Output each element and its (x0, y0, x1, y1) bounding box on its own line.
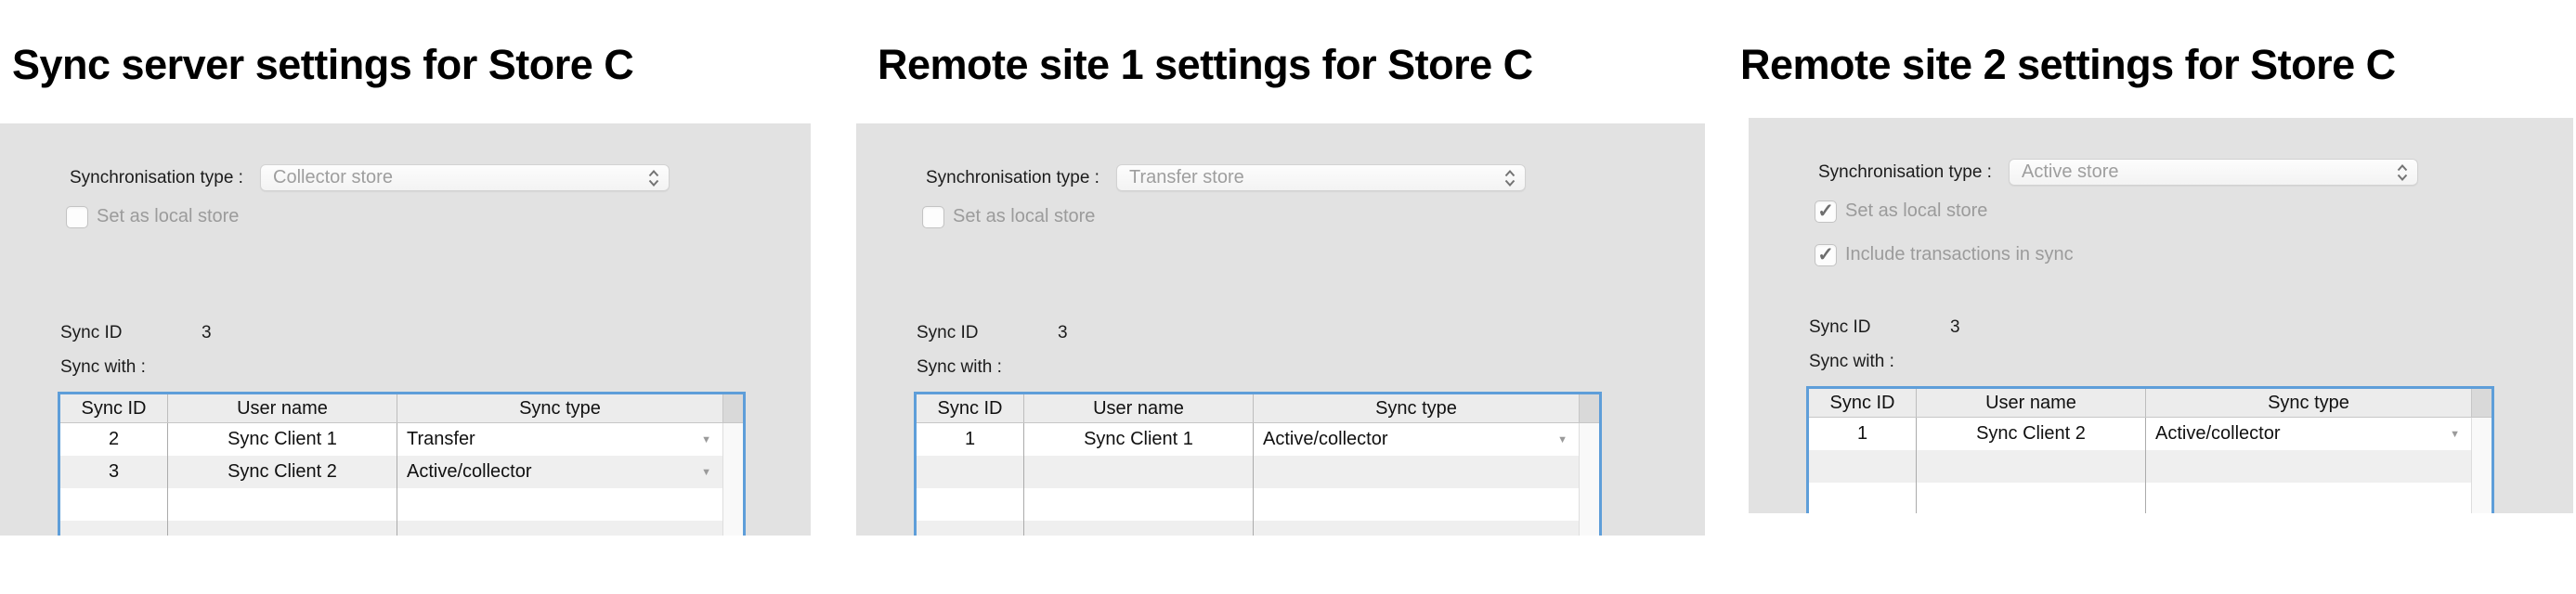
set-as-local-store-checkbox[interactable] (66, 206, 88, 228)
checkmark-icon: ✓ (1817, 245, 1834, 265)
table-row[interactable]: 1 Sync Client 2 Active/collector ▼ (1809, 418, 2491, 450)
settings-panel-remote-site-2: Synchronisation type : Active store ✓ Se… (1749, 118, 2573, 513)
sync-type-selected-value: Transfer store (1117, 167, 1503, 188)
cell-sync-type-value: Active/collector (1263, 429, 1388, 450)
sync-with-table: Sync ID User name Sync type 1 Sync Clien… (1806, 386, 2494, 513)
column-header-sync-type: Sync type (2146, 389, 2471, 417)
include-transactions-checkbox[interactable]: ✓ (1815, 244, 1837, 266)
column-header-user-name: User name (1917, 389, 2146, 417)
cell-user-name[interactable]: Sync Client 1 (1024, 423, 1254, 456)
table-row-empty[interactable] (917, 521, 1599, 536)
table-scrollbar[interactable] (722, 394, 743, 422)
set-as-local-store-label: Set as local store (97, 206, 239, 227)
settings-panel-sync-server: Synchronisation type : Collector store S… (0, 123, 811, 536)
page-title-sync-server: Sync server settings for Store C (12, 41, 633, 89)
settings-panel-remote-site-1: Synchronisation type : Transfer store Se… (856, 123, 1705, 536)
table-header-row: Sync ID User name Sync type (60, 394, 743, 423)
table-scrollbar[interactable] (1579, 394, 1599, 422)
table-row-empty[interactable] (1809, 483, 2491, 513)
sync-with-label: Sync with : (1809, 351, 1894, 373)
sync-type-select[interactable]: Transfer store (1116, 164, 1526, 191)
cell-sync-type-dropdown[interactable]: Active/collector ▼ (2146, 418, 2471, 450)
set-as-local-store-checkbox[interactable]: ✓ (1815, 200, 1837, 223)
table-row-empty[interactable] (1809, 450, 2491, 483)
dropdown-arrow-icon: ▼ (1557, 434, 1568, 446)
cell-sync-type-value: Active/collector (407, 461, 532, 483)
set-as-local-store-label: Set as local store (1845, 200, 1987, 222)
stepper-icon (646, 167, 661, 189)
sync-id-value: 3 (202, 322, 212, 344)
cell-user-name[interactable]: Sync Client 2 (168, 456, 397, 488)
checkmark-icon: ✓ (1817, 201, 1834, 222)
table-scrollbar-track[interactable] (2471, 418, 2491, 450)
sync-id-label: Sync ID (60, 323, 123, 342)
sync-type-selected-value: Collector store (261, 167, 646, 188)
page-title-remote-site-1: Remote site 1 settings for Store C (878, 41, 1533, 89)
column-header-user-name: User name (1024, 394, 1254, 422)
sync-type-select[interactable]: Active store (2009, 159, 2418, 186)
sync-type-select[interactable]: Collector store (260, 164, 670, 191)
set-as-local-store-checkbox[interactable] (922, 206, 944, 228)
table-scrollbar[interactable] (2471, 389, 2491, 417)
sync-type-selected-value: Active store (2010, 161, 2395, 183)
table-row-empty[interactable] (917, 456, 1599, 488)
table-scrollbar-track[interactable] (722, 423, 743, 456)
sync-id-row: Sync ID 3 (60, 322, 123, 344)
stepper-icon (2395, 161, 2410, 184)
sync-type-label: Synchronisation type : (70, 164, 243, 191)
table-row-empty[interactable] (917, 488, 1599, 521)
cell-sync-type-dropdown[interactable]: Active/collector ▼ (1254, 423, 1579, 456)
dropdown-arrow-icon: ▼ (701, 434, 711, 446)
cell-sync-type-dropdown[interactable]: Transfer ▼ (397, 423, 722, 456)
table-row[interactable]: 2 Sync Client 1 Transfer ▼ (60, 423, 743, 456)
cell-user-name[interactable]: Sync Client 1 (168, 423, 397, 456)
cell-sync-id[interactable]: 3 (60, 456, 168, 488)
cell-sync-type-value: Active/collector (2155, 423, 2281, 445)
sync-id-label: Sync ID (1809, 317, 1871, 337)
cell-sync-id[interactable]: 2 (60, 423, 168, 456)
sync-type-label: Synchronisation type : (1818, 159, 1992, 186)
column-header-sync-id: Sync ID (1809, 389, 1917, 417)
column-header-sync-type: Sync type (397, 394, 722, 422)
dropdown-arrow-icon: ▼ (2450, 429, 2460, 440)
table-row[interactable]: 1 Sync Client 1 Active/collector ▼ (917, 423, 1599, 456)
sync-id-row: Sync ID 3 (1809, 316, 1871, 339)
table-header-row: Sync ID User name Sync type (917, 394, 1599, 423)
table-row[interactable]: 3 Sync Client 2 Active/collector ▼ (60, 456, 743, 488)
table-row-empty[interactable] (60, 521, 743, 536)
sync-id-row: Sync ID 3 (917, 322, 979, 344)
sync-with-label: Sync with : (917, 356, 1002, 379)
column-header-sync-id: Sync ID (917, 394, 1024, 422)
stepper-icon (1503, 167, 1517, 189)
cell-sync-type-dropdown[interactable]: Active/collector ▼ (397, 456, 722, 488)
dropdown-arrow-icon: ▼ (701, 467, 711, 478)
sync-id-label: Sync ID (917, 323, 979, 342)
cell-sync-id[interactable]: 1 (917, 423, 1024, 456)
sync-with-table: Sync ID User name Sync type 1 Sync Clien… (914, 392, 1602, 536)
cell-user-name[interactable]: Sync Client 2 (1917, 418, 2146, 450)
column-header-user-name: User name (168, 394, 397, 422)
sync-with-label: Sync with : (60, 356, 146, 379)
page-title-remote-site-2: Remote site 2 settings for Store C (1740, 41, 2396, 89)
table-scrollbar-track[interactable] (1579, 423, 1599, 456)
table-row-empty[interactable] (60, 488, 743, 521)
sync-id-value: 3 (1950, 316, 1960, 339)
column-header-sync-type: Sync type (1254, 394, 1579, 422)
sync-type-label: Synchronisation type : (926, 164, 1099, 191)
sync-with-table: Sync ID User name Sync type 2 Sync Clien… (58, 392, 746, 536)
set-as-local-store-label: Set as local store (953, 206, 1095, 227)
screenshot-root: Sync server settings for Store C Synchro… (0, 0, 2576, 594)
sync-id-value: 3 (1058, 322, 1068, 344)
cell-sync-id[interactable]: 1 (1809, 418, 1917, 450)
column-header-sync-id: Sync ID (60, 394, 168, 422)
include-transactions-label: Include transactions in sync (1845, 244, 2074, 265)
table-header-row: Sync ID User name Sync type (1809, 389, 2491, 418)
table-scrollbar-track[interactable] (722, 456, 743, 488)
cell-sync-type-value: Transfer (407, 429, 475, 450)
